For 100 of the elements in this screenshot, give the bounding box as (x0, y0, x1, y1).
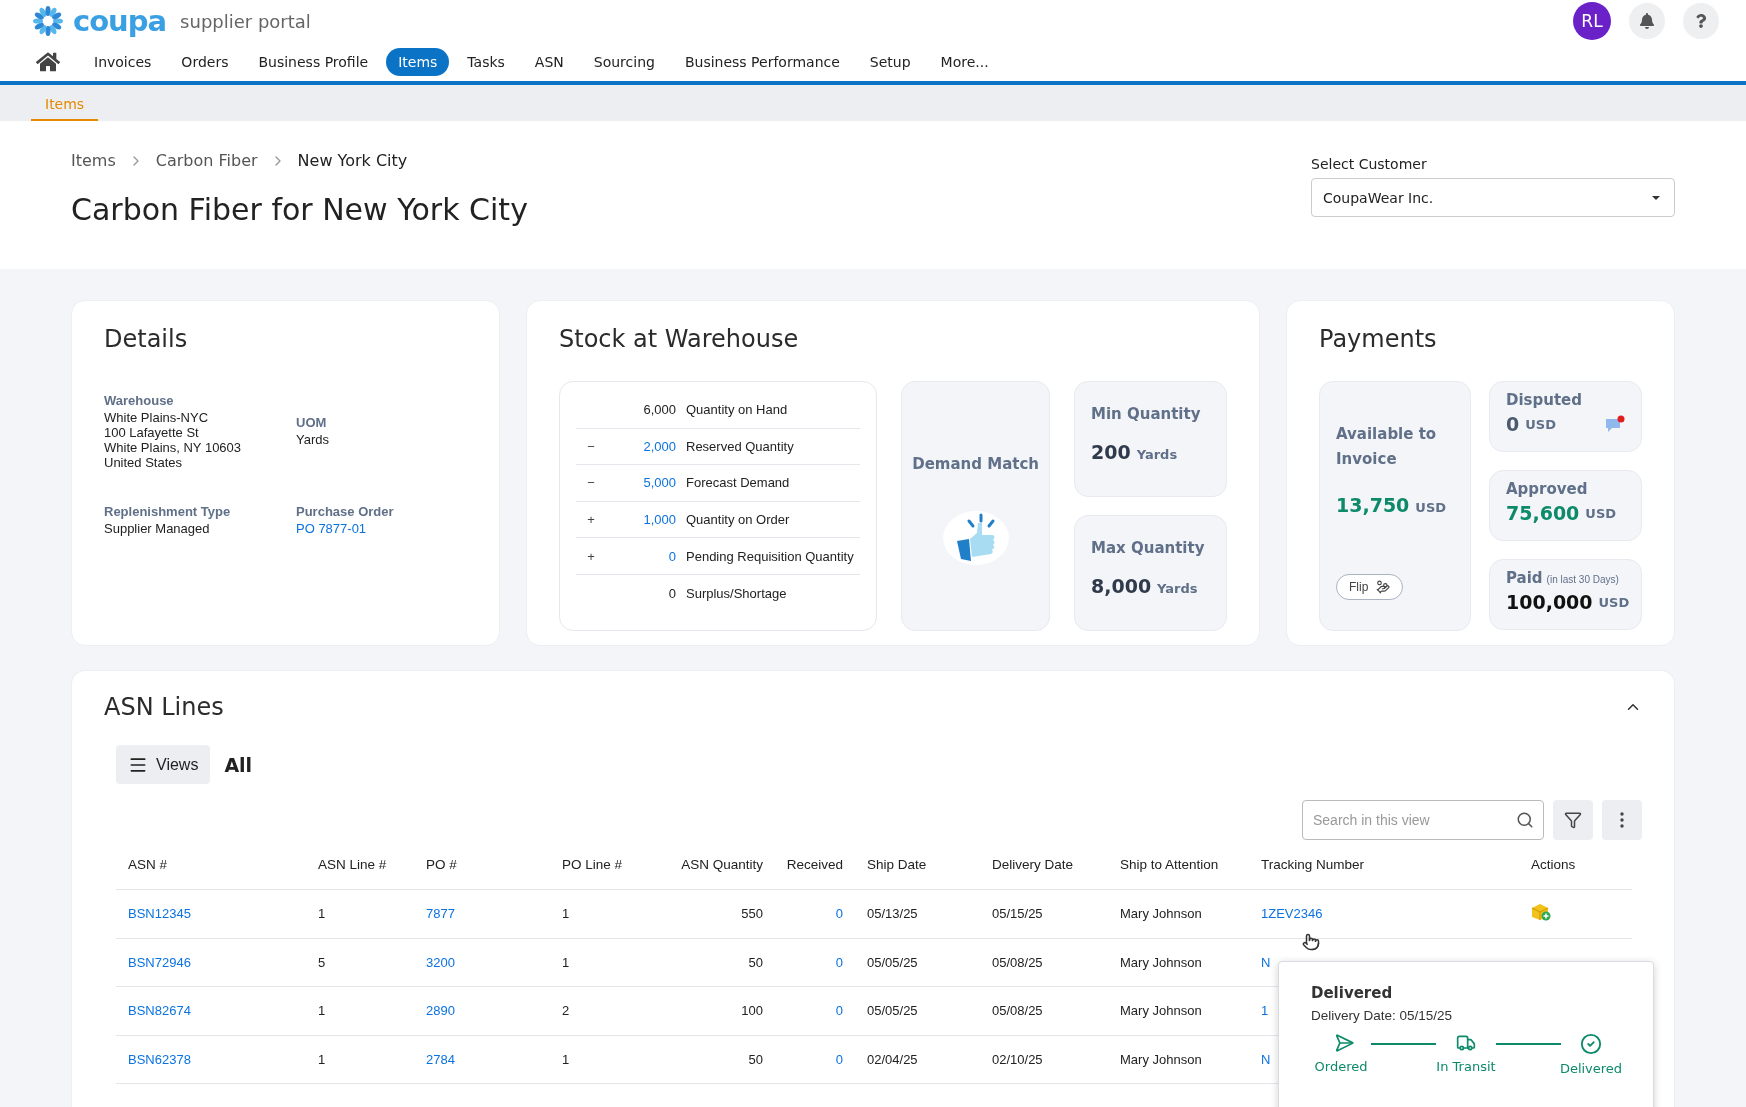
search-field[interactable]: Search in this view (1302, 800, 1544, 840)
sign: + (586, 512, 596, 528)
quantity-value[interactable]: 1,000 (616, 512, 676, 528)
table-link[interactable]: 3200 (426, 954, 562, 970)
column-header: PO # (426, 857, 458, 872)
breadcrumb-link[interactable]: Carbon Fiber (155, 151, 258, 170)
table-link[interactable]: 2890 (426, 1003, 562, 1019)
quantity-value[interactable]: 0 (616, 548, 676, 564)
nav-tab[interactable]: Items (386, 47, 450, 76)
column-header: Delivery Date (992, 857, 1075, 872)
table-cell-text: 1 (562, 1051, 571, 1067)
nav-tab[interactable]: Tasks (455, 47, 517, 76)
more-vertical-icon (1620, 812, 1624, 828)
comment-icon[interactable] (1605, 415, 1625, 433)
help-button[interactable] (1683, 3, 1719, 39)
customer-select[interactable]: CoupaWear Inc. (1311, 178, 1675, 217)
table-link[interactable]: 0 (763, 906, 843, 922)
table-link[interactable]: BSN12345 (116, 906, 318, 922)
nav-tab[interactable]: Orders (169, 47, 241, 76)
field-value: White Plains-NYC (104, 410, 210, 425)
nav-tab[interactable]: More... (928, 47, 1001, 76)
user-avatar[interactable]: RL (1573, 2, 1611, 40)
table-cell-text: 05/05/25 (866, 1003, 919, 1019)
table-cell-text: 05/15/25 (992, 906, 1044, 922)
unit: USD (1585, 505, 1617, 521)
unit: USD (1525, 416, 1556, 432)
nav-tab[interactable]: ASN (522, 47, 576, 76)
tile-label: Demand Match (912, 454, 1039, 475)
field-value: White Plains, NY 10603 (104, 440, 243, 455)
popover-title: Delivered (1311, 984, 1394, 1002)
add-package-icon[interactable] (1531, 903, 1551, 922)
table-cell-text: 1 (318, 906, 327, 922)
flip-button[interactable]: Flip (1336, 574, 1404, 600)
more-button[interactable] (1602, 800, 1642, 840)
table-link[interactable]: BSN82674 (116, 1003, 318, 1019)
logo-icon (31, 4, 65, 38)
tile-value: 200 (1091, 441, 1131, 463)
table-link[interactable]: 0 (763, 1003, 843, 1019)
step-label: In Transit (1436, 1059, 1496, 1074)
column-header: Actions (1531, 857, 1577, 872)
column-header: PO Line # (562, 857, 624, 872)
filter-icon (1564, 811, 1582, 829)
card-title: Payments (1319, 325, 1438, 353)
column-header: Received (785, 857, 843, 872)
table-link[interactable]: 7877 (426, 906, 562, 922)
table-cell-text: Mary Johnson (1120, 906, 1203, 922)
card-title: Stock at Warehouse (559, 325, 800, 353)
tile-label: Min Quantity (1091, 404, 1202, 425)
table-cell-text: 50 (747, 1051, 763, 1067)
table-link[interactable]: 1ZEV2346 (1261, 906, 1531, 922)
field-label: Replenishment Type (104, 504, 232, 519)
quantity-label: Quantity on Hand (686, 402, 789, 418)
nav-tab[interactable]: Business Performance (672, 47, 852, 76)
step-label: Delivered (1559, 1061, 1623, 1076)
table-link[interactable]: BSN62378 (116, 1051, 318, 1067)
purchase-order-link[interactable]: PO 7877-01 (296, 521, 467, 536)
quantity-value[interactable]: 5,000 (616, 475, 676, 491)
nav-tab[interactable]: Business Profile (246, 47, 381, 76)
sign: − (586, 438, 596, 454)
table-cell-text: 1 (562, 906, 571, 922)
tile-note: (in last 30 Days) (1546, 574, 1619, 585)
table-cell-text: 05/08/25 (992, 954, 1044, 970)
filter-button[interactable] (1553, 800, 1593, 840)
views-button[interactable]: Views (116, 745, 211, 784)
table-link[interactable]: BSN72946 (116, 954, 318, 970)
quantity-label: Quantity on Order (686, 512, 791, 528)
table-link[interactable]: 0 (763, 954, 843, 970)
quantity-value: 0 (667, 585, 676, 601)
quantity-label: Surplus/Shortage (686, 585, 788, 601)
field-value: United States (104, 455, 184, 470)
table-link[interactable]: 2784 (426, 1051, 562, 1067)
table-cell-text: 05/08/25 (992, 1003, 1044, 1019)
tile-value: 0 (1506, 413, 1520, 435)
table-cell-text: 02/04/25 (866, 1051, 919, 1067)
quantity-value[interactable]: 2,000 (616, 438, 676, 454)
breadcrumb-link[interactable]: New York City (297, 151, 408, 170)
table-link[interactable]: 0 (763, 1051, 843, 1067)
column-header: Tracking Number (1261, 857, 1366, 872)
table-cell-text: 5 (318, 954, 327, 970)
tile-label: Approved (1506, 480, 1588, 498)
check-circle-icon (1580, 1033, 1602, 1055)
tile-value: 100,000 (1506, 591, 1593, 613)
quantity-label: Pending Requisition Quantity (686, 548, 855, 564)
card-title: ASN Lines (104, 693, 224, 721)
delivery-date: Delivery Date: 05/15/25 (1311, 1008, 1454, 1023)
quantity-label: Reserved Quantity (686, 438, 795, 454)
nav-tab[interactable]: Invoices (82, 47, 164, 76)
tile-label: Available to Invoice (1336, 424, 1438, 470)
tile-value: 75,600 (1506, 502, 1580, 524)
notifications-button[interactable] (1629, 3, 1665, 39)
table-cell-text: 05/13/25 (866, 906, 919, 922)
nav-tab[interactable]: Sourcing (581, 47, 667, 76)
hand-cursor-icon (1302, 933, 1320, 951)
table-cell-text: Mary Johnson (1120, 954, 1203, 970)
field-label: Warehouse (104, 393, 175, 408)
search-icon[interactable] (1516, 811, 1534, 829)
logo-wordmark[interactable]: coupa (73, 6, 167, 36)
breadcrumb-link[interactable]: Items (71, 151, 116, 170)
tile-label: Max Quantity (1091, 538, 1206, 559)
nav-tab[interactable]: Setup (857, 47, 923, 76)
